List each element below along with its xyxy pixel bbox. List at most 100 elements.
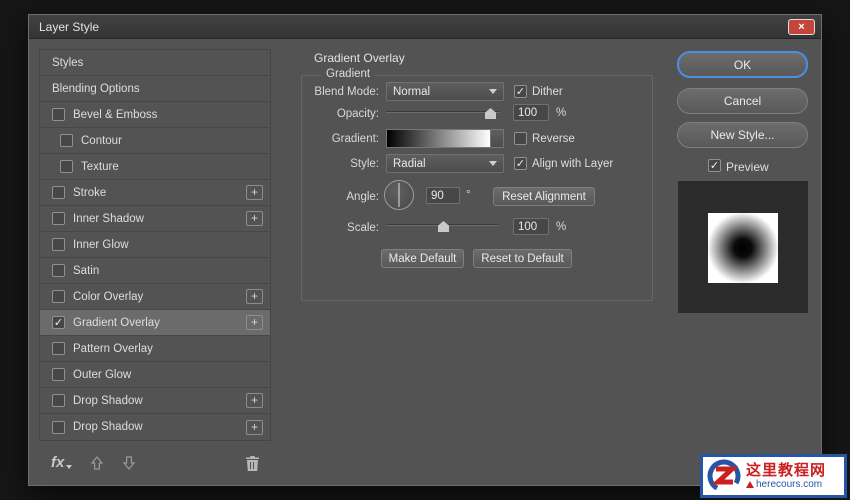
trash-icon [246,455,259,471]
sidebar-item-label: Drop Shadow [73,421,143,433]
reverse-label: Reverse [532,133,575,145]
ok-button[interactable]: OK [677,51,808,78]
angle-dial[interactable] [384,180,414,210]
watermark-subtitle: herecours.com [756,478,823,490]
opacity-slider-thumb[interactable] [485,108,496,119]
make-default-button[interactable]: Make Default [381,249,464,268]
sidebar-item-drop-shadow-2[interactable]: Drop Shadow + [40,414,270,440]
fx-menu-button[interactable]: fx [51,455,73,470]
delete-effect-button[interactable] [246,455,259,471]
scale-slider[interactable] [386,219,498,232]
add-effect-button[interactable]: + [246,289,263,304]
close-icon[interactable]: × [788,19,815,35]
sidebar-item-label: Blending Options [52,82,140,95]
style-value: Radial [393,157,426,170]
sidebar-item-label: Inner Shadow [73,212,144,225]
dialog-titlebar[interactable]: Layer Style × [29,15,821,39]
blend-mode-label: Blend Mode: [314,86,379,98]
checkbox[interactable] [52,420,65,434]
sidebar-item-contour[interactable]: Contour [40,128,270,154]
add-effect-button[interactable]: + [246,185,263,200]
arrow-up-icon [91,456,104,470]
sidebar-item-label: Contour [81,134,122,147]
watermark-bullet-icon [746,481,754,488]
sidebar-item-stroke[interactable]: Stroke + [40,180,270,206]
sidebar-item-pattern-overlay[interactable]: Pattern Overlay [40,336,270,362]
sidebar-item-color-overlay[interactable]: Color Overlay + [40,284,270,310]
add-effect-button[interactable]: + [246,315,263,330]
sidebar-item-label: Bevel & Emboss [73,108,158,121]
checkbox[interactable] [52,108,65,121]
angle-input[interactable] [426,187,460,204]
sidebar-item-satin[interactable]: Satin [40,258,270,284]
style-select[interactable]: Radial [386,154,504,173]
sidebar-item-inner-glow[interactable]: Inner Glow [40,232,270,258]
dither-checkbox[interactable]: ✓ [514,85,527,98]
checkbox[interactable] [60,160,73,173]
style-label: Style: [350,158,379,170]
checkbox[interactable] [60,134,73,147]
preview-checkbox[interactable]: ✓ [708,159,721,172]
dither-label: Dither [532,86,563,98]
checkbox[interactable] [52,212,65,225]
styles-list: Styles Blending Options Bevel & Emboss C… [39,49,271,441]
sidebar-item-styles[interactable]: Styles [40,50,270,76]
opacity-slider[interactable] [386,106,500,119]
sidebar-item-inner-shadow[interactable]: Inner Shadow + [40,206,270,232]
sidebar-item-label: Outer Glow [73,368,132,381]
checkbox[interactable] [52,186,65,199]
checkbox-checked[interactable]: ✓ [52,316,65,329]
opacity-label: Opacity: [336,108,379,120]
checkbox[interactable] [52,290,65,303]
gradient-group-legend: Gradient [321,68,376,80]
layer-style-dialog: Layer Style × Styles Blending Options Be… [28,14,822,486]
sidebar-item-bevel-emboss[interactable]: Bevel & Emboss [40,102,270,128]
add-effect-button[interactable]: + [246,393,263,408]
scale-input[interactable] [513,218,549,235]
sidebar-item-label: Pattern Overlay [73,342,153,355]
align-with-layer-label: Align with Layer [532,158,614,170]
reset-alignment-button[interactable]: Reset Alignment [493,187,595,206]
checkbox[interactable] [52,264,65,277]
sidebar-item-texture[interactable]: Texture [40,154,270,180]
chevron-down-icon [66,465,73,469]
blend-mode-value: Normal [393,85,431,98]
watermark-logo-icon [707,459,741,493]
preview-thumbnail [678,181,808,313]
sidebar-item-outer-glow[interactable]: Outer Glow [40,362,270,388]
sidebar-item-gradient-overlay[interactable]: ✓ Gradient Overlay + [40,310,270,336]
panel-heading: Gradient Overlay [314,51,405,65]
sidebar-item-label: Satin [73,264,100,277]
sidebar-item-label: Drop Shadow [73,394,143,407]
gradient-swatch[interactable] [386,129,490,148]
checkbox[interactable] [52,394,65,407]
arrow-down-icon [123,456,136,470]
watermark: 这里教程网 herecours.com [700,454,847,498]
reverse-checkbox[interactable] [514,132,527,145]
sidebar-item-drop-shadow-1[interactable]: Drop Shadow + [40,388,270,414]
blend-mode-select[interactable]: Normal [386,82,504,101]
checkbox[interactable] [52,342,65,355]
opacity-input[interactable] [513,104,549,121]
checkbox[interactable] [52,238,65,251]
checkbox[interactable] [52,368,65,381]
add-effect-button[interactable]: + [246,211,263,226]
opacity-slider-track[interactable] [386,111,500,113]
gradient-picker-button[interactable] [490,129,504,148]
new-style-button[interactable]: New Style... [677,122,808,148]
align-with-layer-checkbox[interactable]: ✓ [514,157,527,170]
move-effect-down-button[interactable] [122,456,136,470]
scale-slider-thumb[interactable] [438,221,449,232]
sidebar-item-label: Color Overlay [73,290,144,303]
scale-label: Scale: [347,222,379,234]
dialog-title: Layer Style [39,19,100,34]
sidebar-footer: fx [39,448,271,478]
sidebar-item-blending-options[interactable]: Blending Options [40,76,270,102]
move-effect-up-button[interactable] [90,456,104,470]
watermark-title: 这里教程网 [746,461,827,479]
sidebar-item-label: Texture [81,160,119,173]
sidebar-item-label: Stroke [73,186,107,199]
cancel-button[interactable]: Cancel [677,88,808,114]
add-effect-button[interactable]: + [246,419,263,435]
reset-to-default-button[interactable]: Reset to Default [473,249,572,268]
